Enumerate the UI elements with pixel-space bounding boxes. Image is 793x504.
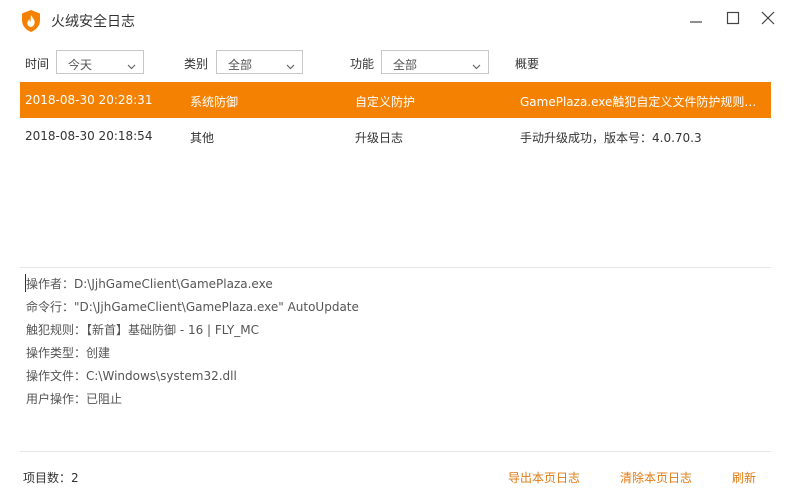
details-panel[interactable]: 操作者：D:\JjhGameClient\GamePlaza.exe 命令行："… [26,276,766,414]
category-filter-value: 全部 [228,58,253,72]
title-bar: 火绒安全日志 [0,0,793,40]
chevron-down-icon [472,59,481,70]
table-row[interactable]: 2018-08-30 20:18:54 其他 升级日志 手动升级成功，版本号：4… [20,118,771,154]
huorong-logo-icon [20,9,42,33]
filter-bar: 时间 今天 类别 全部 功能 全部 概要 [20,45,771,81]
detail-user-action: 用户操作：已阻止 [26,392,123,406]
detail-operator: 操作者：D:\JjhGameClient\GamePlaza.exe [26,277,273,291]
row-summary: 手动升级成功，版本号：4.0.70.3 [520,131,702,145]
detail-target-file: 操作文件：C:\Windows\system32.dll [26,369,237,383]
footer-divider [20,451,771,452]
detail-rule: 触犯规则：【新首】基础防御 - 16 | FLY_MC [26,323,259,337]
maximize-icon[interactable] [723,8,743,28]
row-time: 2018-08-30 20:18:54 [25,129,153,143]
category-filter-label: 类别 [184,57,209,71]
row-summary: GamePlaza.exe触犯自定义文件防护规则, ... [520,95,760,109]
time-filter-label: 时间 [25,57,50,71]
detail-command-line: 命令行："D:\JjhGameClient\GamePlaza.exe" Aut… [26,300,359,314]
row-category: 系统防御 [190,95,239,109]
item-count: 项目数：2 [23,471,79,485]
time-filter-value: 今天 [68,58,93,72]
summary-column-header: 概要 [515,57,540,71]
function-filter-value: 全部 [393,58,418,72]
function-filter-label: 功能 [350,57,375,71]
row-category: 其他 [190,131,215,145]
minimize-icon[interactable] [686,8,706,28]
function-filter-select[interactable]: 全部 [381,50,489,74]
row-time: 2018-08-30 20:28:31 [25,93,153,107]
close-icon[interactable] [758,8,778,28]
refresh-link[interactable]: 刷新 [732,469,756,486]
table-row[interactable]: 2018-08-30 20:28:31 系统防御 自定义防护 GamePlaza… [20,82,771,118]
detail-operation-type: 操作类型：创建 [26,346,111,360]
details-divider [20,267,771,268]
window-title: 火绒安全日志 [51,14,135,30]
time-filter-select[interactable]: 今天 [56,50,144,74]
chevron-down-icon [127,59,136,70]
clear-log-link[interactable]: 清除本页日志 [620,469,692,486]
row-function: 自定义防护 [355,95,416,109]
chevron-down-icon [286,59,295,70]
category-filter-select[interactable]: 全部 [216,50,303,74]
row-function: 升级日志 [355,131,404,145]
log-table: 2018-08-30 20:28:31 系统防御 自定义防护 GamePlaza… [20,82,771,154]
export-log-link[interactable]: 导出本页日志 [508,469,580,486]
